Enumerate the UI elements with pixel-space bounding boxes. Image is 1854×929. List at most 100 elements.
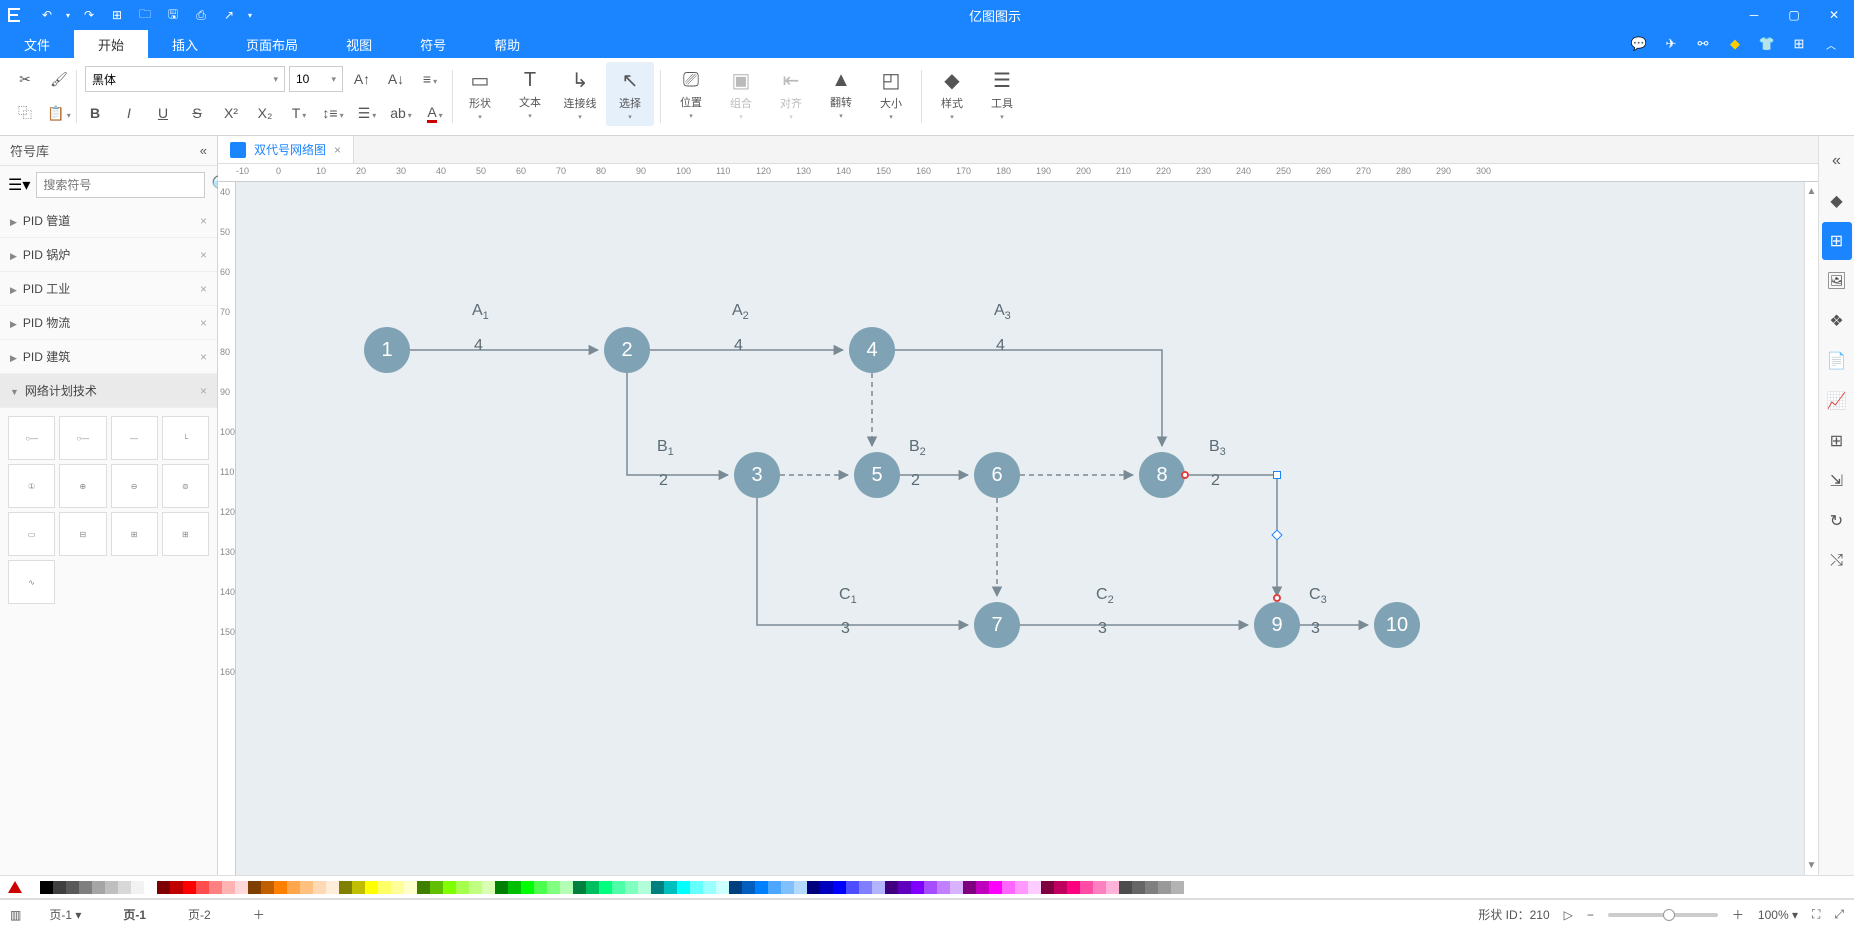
theme-panel-icon[interactable]: ◆	[1822, 182, 1852, 220]
color-swatch[interactable]	[66, 881, 79, 894]
menu-tab-插入[interactable]: 插入	[148, 30, 222, 58]
network-node-8[interactable]: 8	[1139, 452, 1185, 498]
close-tab-icon[interactable]: ×	[334, 143, 341, 157]
shape-thumb[interactable]: ⊟	[59, 512, 106, 556]
color-swatch[interactable]	[352, 881, 365, 894]
superscript-icon[interactable]: X²	[216, 98, 246, 128]
decrease-font-icon[interactable]: A↓	[381, 64, 411, 94]
shape-thumb[interactable]: ⊞	[162, 512, 209, 556]
page-tab[interactable]: 页-2	[174, 904, 225, 925]
menu-tab-页面布局[interactable]: 页面布局	[222, 30, 322, 58]
line-spacing-icon[interactable]: ↕≡	[318, 98, 348, 128]
color-swatch[interactable]	[638, 881, 651, 894]
export-icon[interactable]: ↗	[216, 2, 242, 28]
color-swatch[interactable]	[950, 881, 963, 894]
select-button[interactable]: ↖选择▾	[606, 62, 654, 126]
color-swatch[interactable]	[209, 881, 222, 894]
connection-point[interactable]	[1181, 471, 1189, 479]
shape-thumb[interactable]: ⊜	[162, 464, 209, 508]
color-swatch[interactable]	[261, 881, 274, 894]
color-swatch[interactable]	[1171, 881, 1184, 894]
color-swatch[interactable]	[846, 881, 859, 894]
network-node-3[interactable]: 3	[734, 452, 780, 498]
category-PID 锅炉[interactable]: ▶PID 锅炉×	[0, 238, 217, 272]
color-swatch[interactable]	[742, 881, 755, 894]
redo-icon[interactable]: ↷	[76, 2, 102, 28]
color-swatch[interactable]	[963, 881, 976, 894]
color-swatch[interactable]	[820, 881, 833, 894]
color-swatch[interactable]	[131, 881, 144, 894]
color-swatch[interactable]	[1132, 881, 1145, 894]
color-swatch[interactable]	[781, 881, 794, 894]
undo-dropdown[interactable]: ▾	[62, 2, 74, 28]
flip-button[interactable]: ▲翻转▾	[817, 62, 865, 126]
color-swatch[interactable]	[508, 881, 521, 894]
undo-icon[interactable]: ↶	[34, 2, 60, 28]
shape-thumb[interactable]: —	[111, 416, 158, 460]
color-swatch[interactable]	[157, 881, 170, 894]
layers-panel-icon[interactable]: ❖	[1822, 302, 1852, 340]
color-swatch[interactable]	[456, 881, 469, 894]
shape-thumb[interactable]: ①	[8, 464, 55, 508]
color-swatch[interactable]	[365, 881, 378, 894]
new-icon[interactable]: ⊞	[104, 2, 130, 28]
bold-icon[interactable]: B	[80, 98, 110, 128]
color-swatch[interactable]	[547, 881, 560, 894]
network-node-6[interactable]: 6	[974, 452, 1020, 498]
page-dropdown[interactable]: 页-1 ▾	[35, 904, 95, 925]
color-swatch[interactable]	[79, 881, 92, 894]
color-swatch[interactable]	[1067, 881, 1080, 894]
color-swatch[interactable]	[989, 881, 1002, 894]
fullscreen-icon[interactable]: ⤢	[1834, 907, 1844, 922]
feedback-icon[interactable]: 💬	[1628, 33, 1650, 55]
network-node-1[interactable]: 1	[364, 327, 410, 373]
category-PID 建筑[interactable]: ▶PID 建筑×	[0, 340, 217, 374]
copy-icon[interactable]: ⿻	[10, 98, 40, 128]
export-panel-icon[interactable]: ⇲	[1822, 462, 1852, 500]
color-swatch[interactable]	[170, 881, 183, 894]
close-button[interactable]: ✕	[1814, 0, 1854, 30]
network-node-9[interactable]: 9	[1254, 602, 1300, 648]
add-page-button[interactable]: ＋	[239, 904, 279, 925]
format-painter-icon[interactable]: 🖌	[44, 64, 74, 94]
color-swatch[interactable]	[53, 881, 66, 894]
shape-thumb[interactable]: ▭	[8, 512, 55, 556]
color-swatch[interactable]	[1119, 881, 1132, 894]
color-swatch[interactable]	[560, 881, 573, 894]
color-swatch[interactable]	[391, 881, 404, 894]
document-tab[interactable]: 双代号网络图 ×	[218, 136, 354, 163]
color-swatch[interactable]	[716, 881, 729, 894]
color-swatch[interactable]	[469, 881, 482, 894]
color-swatch[interactable]	[378, 881, 391, 894]
position-button[interactable]: ⎚位置▾	[667, 62, 715, 126]
color-swatch[interactable]	[40, 881, 53, 894]
color-swatch[interactable]	[1158, 881, 1171, 894]
collapse-left-panel-icon[interactable]: «	[200, 143, 207, 158]
color-swatch[interactable]	[599, 881, 612, 894]
color-swatch[interactable]	[1002, 881, 1015, 894]
color-swatch[interactable]	[417, 881, 430, 894]
share-icon[interactable]: ⚯	[1692, 33, 1714, 55]
color-swatch[interactable]	[326, 881, 339, 894]
color-swatch[interactable]	[313, 881, 326, 894]
chart-panel-icon[interactable]: 📈	[1822, 382, 1852, 420]
color-swatch[interactable]	[482, 881, 495, 894]
play-icon[interactable]: ▷	[1564, 908, 1573, 922]
color-swatch[interactable]	[664, 881, 677, 894]
network-node-7[interactable]: 7	[974, 602, 1020, 648]
underline-icon[interactable]: U	[148, 98, 178, 128]
color-swatch[interactable]	[183, 881, 196, 894]
layout-panel-icon[interactable]: ⊞	[1822, 222, 1852, 260]
fit-page-icon[interactable]: ⛶	[1812, 907, 1820, 922]
color-swatch[interactable]	[651, 881, 664, 894]
font-family-select[interactable]: 黑体▾	[85, 66, 285, 92]
color-swatch[interactable]	[430, 881, 443, 894]
apps-icon[interactable]: ⊞	[1788, 33, 1810, 55]
shape-thumb[interactable]: └	[162, 416, 209, 460]
menu-tab-帮助[interactable]: 帮助	[470, 30, 544, 58]
color-swatch[interactable]	[859, 881, 872, 894]
zoom-out-icon[interactable]: −	[1587, 908, 1594, 922]
cut-icon[interactable]: ✂	[10, 64, 40, 94]
color-swatch[interactable]	[1080, 881, 1093, 894]
color-swatch[interactable]	[1028, 881, 1041, 894]
